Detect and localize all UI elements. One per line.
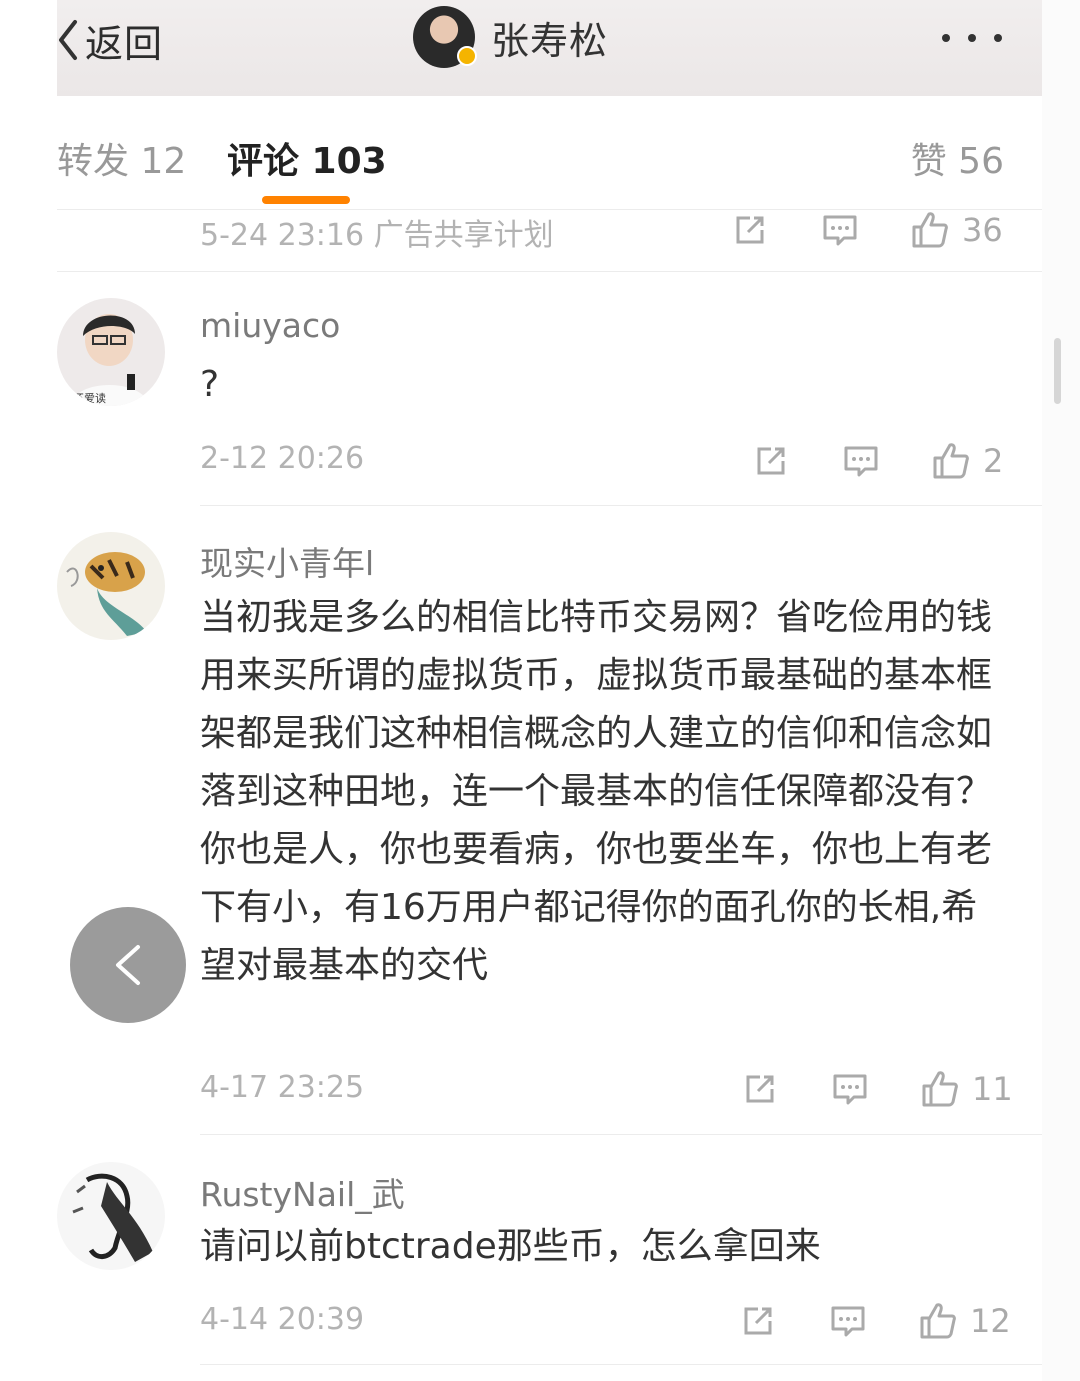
comment-time: 2-12 20:26	[200, 441, 365, 476]
comment-actions: 11	[740, 1065, 1013, 1113]
like-count: 12	[970, 1302, 1011, 1340]
dot-icon	[942, 34, 950, 42]
floating-back-button[interactable]	[70, 907, 186, 1023]
comment-bubble-icon[interactable]	[841, 441, 881, 481]
tab-likes[interactable]: 赞 56	[911, 132, 1004, 184]
tab-reposts[interactable]: 转发 12	[57, 132, 186, 184]
user-photo	[57, 532, 165, 640]
divider	[57, 271, 1042, 272]
comment-time: 4-14 20:39	[200, 1302, 365, 1337]
comment-text: ?	[200, 364, 220, 405]
chevron-left-icon	[116, 945, 140, 985]
thumbs-up-icon[interactable]	[931, 441, 971, 481]
comment-bubble-icon[interactable]	[828, 1301, 868, 1341]
top-bar: 返回 张寿松	[57, 0, 1042, 96]
comment-actions: 2	[751, 437, 1003, 485]
comment-username[interactable]: 现实小青年l	[200, 537, 374, 585]
comment-text: 请问以前btctrade那些币，怎么拿回来	[200, 1226, 821, 1267]
active-tab-indicator	[262, 196, 350, 204]
share-out-icon[interactable]	[740, 1069, 780, 1109]
share-out-icon[interactable]	[751, 441, 791, 481]
scrollbar-thumb[interactable]	[1054, 338, 1061, 404]
thumbs-up-icon[interactable]	[910, 210, 950, 250]
dot-icon	[994, 34, 1002, 42]
avatar[interactable]: 还爱读	[57, 298, 165, 406]
screen-edge	[1042, 0, 1080, 1381]
tab-bar: 转发 12 评论 103 赞 56	[57, 96, 1042, 210]
comment-meta: 5-24 23:16 广告共享计划	[200, 218, 554, 253]
like-count: 2	[983, 442, 1004, 480]
share-out-icon[interactable]	[730, 210, 770, 250]
user-photo: 还爱读	[57, 298, 165, 406]
like-count: 36	[962, 211, 1003, 249]
dot-icon	[968, 34, 976, 42]
chevron-left-icon	[59, 20, 77, 60]
avatar[interactable]	[413, 6, 477, 68]
profile-name: 张寿松	[491, 18, 609, 63]
share-out-icon[interactable]	[738, 1301, 778, 1341]
comment-actions: 36	[730, 206, 1003, 254]
user-photo	[57, 1162, 165, 1270]
profile-header[interactable]: 张寿松	[413, 6, 608, 68]
back-label: 返回	[85, 21, 164, 66]
divider	[200, 1364, 1042, 1365]
comment-bubble-icon[interactable]	[820, 210, 860, 250]
thumbs-up-icon[interactable]	[918, 1301, 958, 1341]
avatar[interactable]	[57, 532, 165, 640]
comment-actions: 12	[738, 1297, 1011, 1345]
comment-username[interactable]: RustyNail_武	[200, 1168, 405, 1216]
divider	[200, 1134, 1042, 1135]
back-button[interactable]: 返回	[57, 16, 163, 66]
comment-bubble-icon[interactable]	[830, 1069, 870, 1109]
comment-username[interactable]: miuyaco	[200, 306, 340, 345]
comment-time: 4-17 23:25	[200, 1070, 365, 1105]
thumbs-up-icon[interactable]	[920, 1069, 960, 1109]
divider	[200, 505, 1042, 506]
comment-text: 当初我是多么的相信比特币交易网？省吃俭用的钱用来买所谓的虚拟货币，虚拟货币最基础…	[200, 597, 993, 986]
like-count: 11	[972, 1070, 1013, 1108]
avatar[interactable]	[57, 1162, 165, 1270]
tab-comments[interactable]: 评论 103	[227, 132, 387, 184]
more-options-button[interactable]	[942, 26, 1002, 50]
